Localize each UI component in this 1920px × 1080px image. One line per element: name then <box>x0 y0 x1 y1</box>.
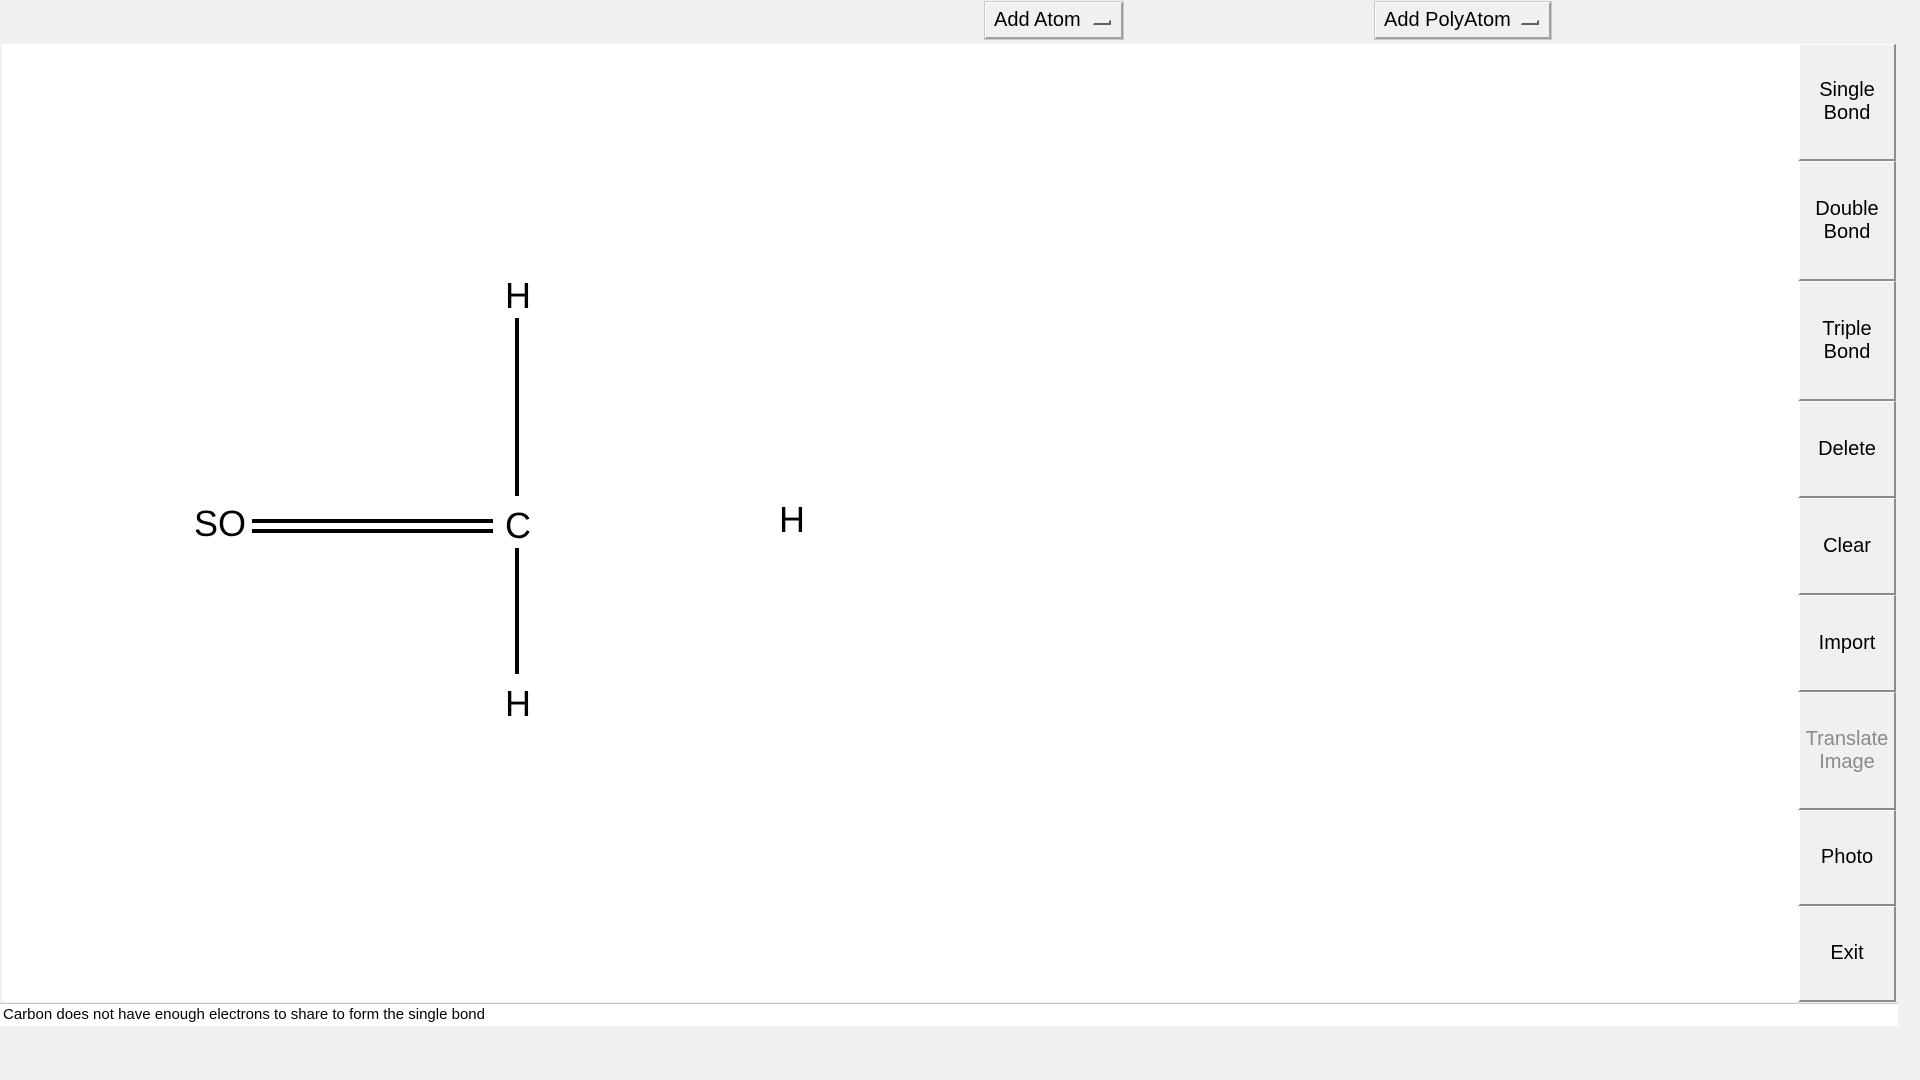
add-atom-label: Add Atom <box>994 8 1081 31</box>
add-polyatom-menubutton[interactable]: Add PolyAtom <box>1374 1 1552 40</box>
atom-h-top[interactable]: H <box>505 278 531 314</box>
atom-c[interactable]: C <box>505 508 531 544</box>
import-button[interactable]: Import <box>1798 595 1896 692</box>
triple-bond-button[interactable]: Triple Bond <box>1798 281 1896 401</box>
drawing-canvas[interactable]: SO C H H H <box>2 44 1798 1002</box>
app-window: Add Atom Add PolyAtom SO C H H H Single … <box>0 0 1920 1080</box>
single-bond-button[interactable]: Single Bond <box>1798 44 1896 161</box>
clear-button[interactable]: Clear <box>1798 498 1896 595</box>
photo-button[interactable]: Photo <box>1798 810 1896 906</box>
exit-button[interactable]: Exit <box>1798 906 1896 1002</box>
tool-sidebar: Single Bond Double Bond Triple Bond Dele… <box>1798 44 1896 1002</box>
add-atom-menubutton[interactable]: Add Atom <box>984 1 1124 40</box>
status-bar: Carbon does not have enough electrons to… <box>0 1003 1898 1026</box>
bond-layer <box>252 318 519 674</box>
delete-button[interactable]: Delete <box>1798 401 1896 498</box>
double-bond-button[interactable]: Double Bond <box>1798 161 1896 281</box>
atom-so[interactable]: SO <box>194 506 246 542</box>
add-polyatom-label: Add PolyAtom <box>1384 8 1511 31</box>
atom-h-free[interactable]: H <box>779 502 805 538</box>
dropdown-indicator-icon <box>1521 20 1539 25</box>
atom-h-bottom[interactable]: H <box>505 686 531 722</box>
translate-image-button[interactable]: Translate Image <box>1798 692 1896 810</box>
dropdown-indicator-icon <box>1093 20 1111 25</box>
